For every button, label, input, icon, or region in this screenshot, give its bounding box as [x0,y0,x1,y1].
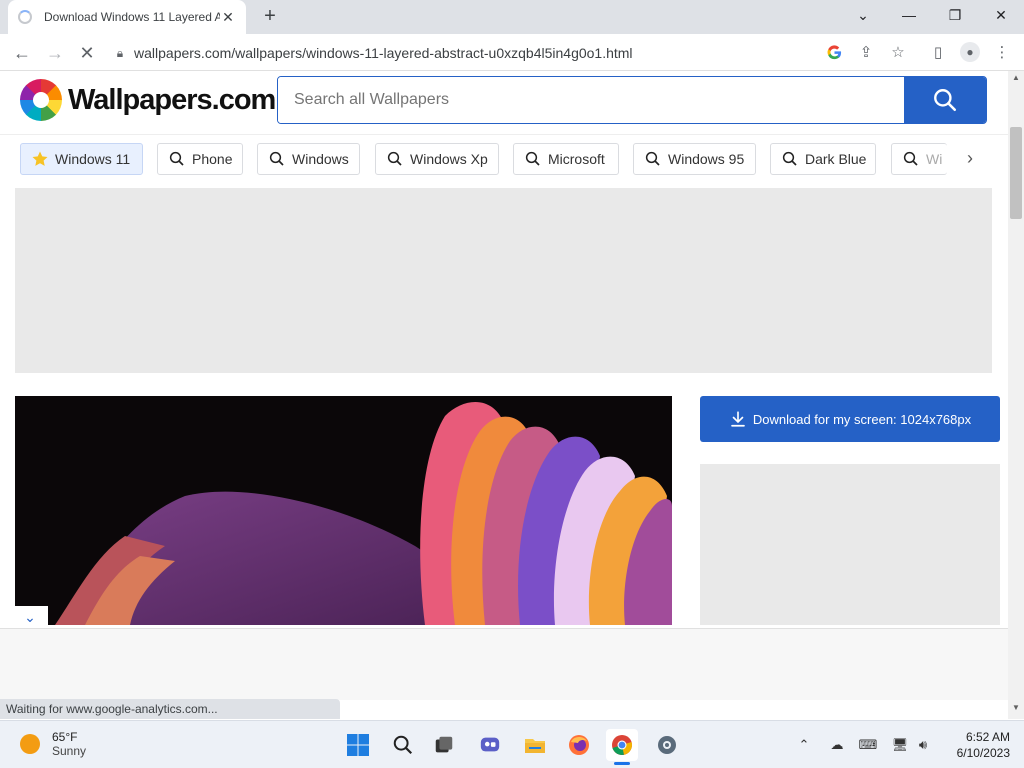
chip-label: Phone [192,151,233,167]
side-panel-icon[interactable]: ▯ [926,40,950,64]
chip-dark-blue[interactable]: Dark Blue [770,143,876,175]
taskbar-search-icon[interactable] [387,729,419,761]
forward-button[interactable]: → [42,40,68,66]
download-label: Download for my screen: 1024x768px [752,411,972,427]
address-bar[interactable]: 🔒︎ wallpapers.com/wallpapers/windows-11-… [106,39,918,67]
bookmark-star-icon[interactable]: ☆ [886,40,910,64]
search-icon [902,150,920,168]
tab-title: Download Windows 11 Layered Abstract [44,10,220,24]
chrome-icon[interactable] [606,729,638,761]
task-view-icon[interactable] [428,729,460,761]
chip-windows-11[interactable]: Windows 11 [20,143,143,175]
search-icon [168,150,186,168]
volume-icon[interactable]: 🔊︎ [913,735,933,755]
url-text[interactable]: wallpapers.com/wallpapers/windows-11-lay… [134,45,918,61]
keyboard-icon[interactable]: ⌨ [858,735,878,755]
weather-temp: 65°F [52,730,78,744]
close-tab-icon[interactable]: ✕ [220,9,236,26]
back-button[interactable]: ← [9,40,35,66]
site-header: Wallpapers.com [0,71,1010,135]
scrollbar-thumb[interactable] [1010,127,1022,219]
browser-tab[interactable]: Download Windows 11 Layered Abstract ✕ [8,0,246,34]
new-tab-button[interactable]: + [258,5,282,29]
ad-placeholder-top [15,188,992,373]
search-icon [781,150,799,168]
chip-label: Windows 11 [55,151,131,167]
logo-text: Wallpapers.com [68,83,276,116]
chip-microsoft[interactable]: Microsoft [513,143,619,175]
chip-partial[interactable]: Wi [891,143,947,175]
chevron-down-icon[interactable]: ⌄ [12,606,48,628]
lower-ad-band [0,628,1010,700]
windows-start-icon[interactable] [342,729,374,761]
search-icon [934,89,957,112]
network-icon[interactable]: 🖥︎ [890,735,910,755]
active-app-indicator [614,762,630,765]
firefox-icon[interactable] [563,729,595,761]
weather-widget[interactable]: 65°F Sunny [20,730,86,758]
page-scrollbar[interactable]: ▲ ▼ [1008,71,1024,719]
browser-tab-strip: Download Windows 11 Layered Abstract ✕ +… [0,0,1024,34]
site-search [277,76,987,124]
chevron-right-icon[interactable]: › [958,148,982,172]
show-hidden-icons-icon[interactable]: ⌃ [794,735,814,755]
lock-icon[interactable]: 🔒︎ [106,46,134,61]
browser-toolbar: ← → ✕ 🔒︎ wallpapers.com/wallpapers/windo… [0,34,1024,71]
download-icon [729,410,747,428]
wallpaper-preview-image[interactable] [15,396,672,625]
sun-icon [20,734,40,754]
tag-chips-row: Windows 11 Phone Windows Windows Xp Micr… [0,136,1010,184]
search-icon [644,150,662,168]
weather-desc: Sunny [52,744,87,758]
chip-label: Dark Blue [805,151,867,167]
chip-label: Microsoft [548,151,605,167]
chip-windows-95[interactable]: Windows 95 [633,143,756,175]
ad-placeholder-side [700,464,1000,625]
status-bar: Waiting for www.google-analytics.com... [0,699,340,719]
chip-label: Windows Xp [410,151,488,167]
onedrive-icon[interactable]: ☁ [827,735,847,755]
file-explorer-icon[interactable] [519,729,551,761]
chip-phone[interactable]: Phone [157,143,243,175]
settings-gear-icon[interactable] [651,729,683,761]
restore-button[interactable]: ❐ [932,0,978,30]
clock-date: 6/10/2023 [956,746,1010,760]
search-icon [386,150,404,168]
menu-kebab-icon[interactable]: ⋮ [990,40,1014,64]
tab-search-icon[interactable]: ⌄ [840,0,886,30]
search-icon [524,150,542,168]
share-icon[interactable]: ⇪ [854,40,878,64]
scroll-down-arrow-icon[interactable]: ▼ [1008,703,1024,717]
download-button[interactable]: Download for my screen: 1024x768px [700,396,1000,442]
search-icon [268,150,286,168]
chip-windows-xp[interactable]: Windows Xp [375,143,499,175]
chat-icon[interactable] [474,729,506,761]
minimize-button[interactable]: — [886,0,932,30]
google-icon[interactable] [822,40,846,64]
stop-loading-button[interactable]: ✕ [74,40,100,66]
star-icon [31,150,49,168]
site-logo[interactable]: Wallpapers.com [20,79,276,121]
search-button[interactable] [904,77,986,123]
system-clock[interactable]: 6:52 AM 6/10/2023 [944,729,1010,761]
profile-avatar-icon[interactable]: ● [958,40,982,64]
clock-time: 6:52 AM [965,730,1010,744]
chip-label: Wi [926,151,943,167]
loading-spinner-icon [18,10,32,24]
close-window-button[interactable]: ✕ [978,0,1024,30]
chip-windows[interactable]: Windows [257,143,360,175]
chip-label: Windows 95 [668,151,745,167]
logo-wheel-icon [20,79,62,121]
scroll-up-arrow-icon[interactable]: ▲ [1008,73,1024,87]
search-input[interactable] [278,77,904,123]
chip-label: Windows [292,151,349,167]
windows-taskbar: 65°F Sunny ⌃ ☁ ⌨ 🖥︎ 🔊︎ 6:52 AM 6/10/2023 [0,720,1024,768]
